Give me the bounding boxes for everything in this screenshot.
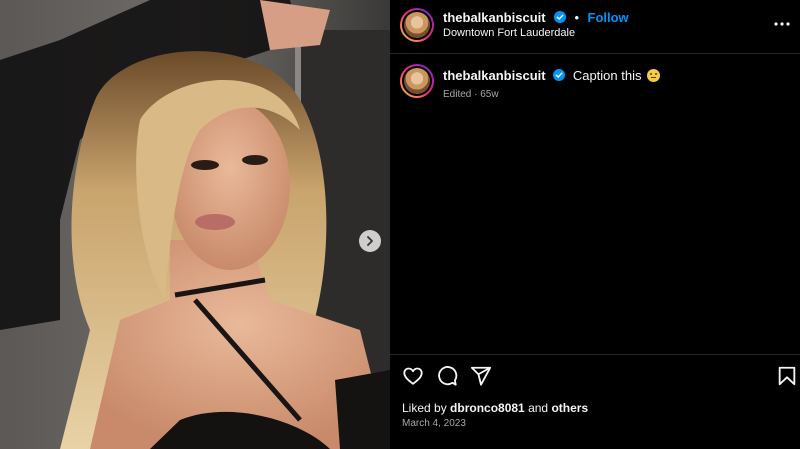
avatar[interactable] (400, 64, 434, 98)
location-link[interactable]: Downtown Fort Lauderdale (443, 27, 575, 39)
post-age[interactable]: 65w (480, 89, 498, 100)
meta-dot: · (471, 89, 481, 100)
username-link[interactable]: thebalkanbiscuit (443, 10, 546, 25)
follow-button[interactable]: Follow (588, 10, 629, 25)
separator-dot: • (574, 10, 580, 25)
caption-username-link[interactable]: thebalkanbiscuit (443, 68, 546, 83)
caption-meta: Edited · 65w (443, 89, 499, 100)
divider (390, 354, 800, 355)
bookmark-icon (778, 366, 796, 386)
share-icon (470, 366, 492, 386)
action-bar (390, 365, 800, 389)
verified-badge-icon (553, 69, 566, 81)
likes-prefix: Liked by (402, 401, 451, 415)
more-options-icon[interactable] (772, 14, 792, 34)
slight-smile-emoji-icon (647, 69, 661, 82)
post-sidebar: thebalkanbiscuit • Follow Downtown Fort … (390, 0, 800, 449)
liker-username-link[interactable]: dbronco8081 (450, 401, 525, 415)
save-button[interactable] (776, 365, 798, 387)
caption-text: Caption this (572, 68, 642, 83)
likes-middle: and (524, 401, 552, 415)
post-date[interactable]: March 4, 2023 (402, 418, 466, 429)
avatar[interactable] (400, 8, 434, 42)
verified-badge-icon (554, 11, 567, 23)
post-header: thebalkanbiscuit • Follow Downtown Fort … (390, 0, 800, 54)
comment-icon (438, 366, 458, 386)
post-photo (0, 0, 390, 449)
like-button[interactable] (402, 365, 424, 387)
likes-others-link[interactable]: others (551, 401, 588, 415)
likes-summary: Liked by dbronco8081 and others (402, 401, 588, 415)
header-user-line: thebalkanbiscuit • Follow (443, 9, 629, 27)
caption-line: thebalkanbiscuit Caption this (443, 68, 661, 83)
next-image-button[interactable] (359, 230, 381, 252)
chevron-right-icon (367, 236, 373, 246)
share-button[interactable] (470, 365, 492, 387)
edited-label: Edited (443, 89, 472, 100)
comment-button[interactable] (436, 365, 458, 387)
post-media[interactable] (0, 0, 390, 449)
heart-icon (403, 367, 423, 385)
